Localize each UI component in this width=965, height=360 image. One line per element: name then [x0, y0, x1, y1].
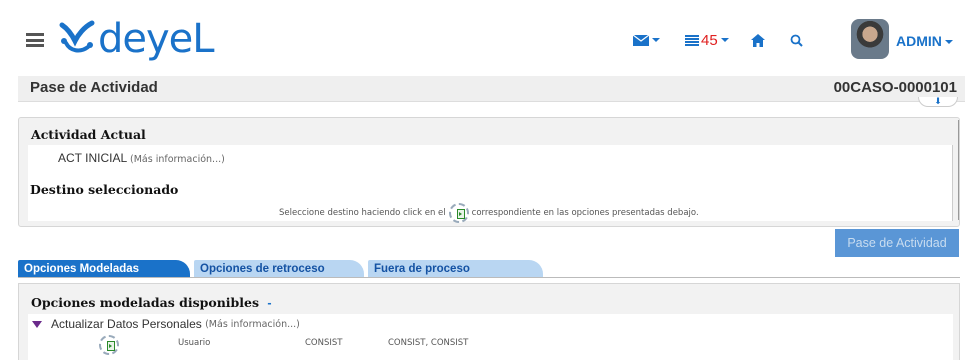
- chevron-down-icon: [652, 38, 660, 42]
- tasks-menu[interactable]: 45: [685, 24, 729, 56]
- more-info-link[interactable]: (Más información...): [130, 154, 225, 165]
- hamburger-icon[interactable]: [26, 33, 44, 47]
- opciones-list: Actualizar Datos Personales (Más informa…: [28, 314, 953, 360]
- current-activity: ACT INICIAL (Más información...): [58, 151, 225, 165]
- top-navbar: deyeL 45 ADMIN: [0, 0, 965, 76]
- collapse-toggle[interactable]: ⬇: [918, 97, 958, 107]
- logo-text: deyeL: [98, 16, 215, 62]
- home-icon: [751, 33, 765, 47]
- destination-hint: Seleccione destino haciendo click en el …: [279, 203, 699, 223]
- search-button[interactable]: [790, 24, 803, 56]
- tab-divider: [18, 277, 960, 278]
- chevron-down-icon: [720, 38, 729, 42]
- actividad-actual-heading: Actividad Actual: [31, 127, 146, 142]
- hint-text-before: Seleccione destino haciendo click en el: [279, 208, 446, 218]
- search-icon: [790, 34, 803, 47]
- option-group: CONSIST: [305, 338, 343, 348]
- actividad-content: ACT INICIAL (Más información...) Destino…: [28, 145, 953, 223]
- tab-fuera-de-proceso[interactable]: Fuera de proceso: [368, 260, 543, 278]
- chevron-down-icon: ⬇: [934, 96, 942, 106]
- panel-scrollbar[interactable]: [958, 120, 959, 220]
- opciones-heading: Opciones modeladas disponibles -: [31, 295, 272, 310]
- page-title-bar: Pase de Actividad 00CASO-0000101: [18, 76, 965, 102]
- destino-heading: Destino seleccionado: [30, 182, 179, 197]
- chevron-down-icon: [944, 40, 953, 45]
- envelope-icon: [633, 34, 649, 46]
- task-count-badge: 45: [701, 31, 718, 49]
- current-activity-name: ACT INICIAL: [58, 151, 127, 165]
- arrow-down-icon: [32, 320, 42, 328]
- logo-mark-icon: [59, 20, 95, 53]
- option-users: CONSIST, CONSIST: [388, 338, 469, 348]
- option-role: Usuario: [178, 338, 211, 348]
- mail-menu[interactable]: [633, 24, 660, 56]
- options-tabs: Opciones Modeladas Opciones de retroceso…: [18, 260, 578, 278]
- more-info-link[interactable]: (Más información...): [205, 319, 300, 330]
- list-item[interactable]: Actualizar Datos Personales (Más informa…: [32, 317, 300, 331]
- page-title: Pase de Actividad: [30, 79, 158, 96]
- pase-de-actividad-button[interactable]: Pase de Actividad: [835, 229, 959, 257]
- deyel-logo[interactable]: deyeL: [58, 14, 215, 64]
- hint-text-after: correspondiente en las opciones presenta…: [471, 208, 699, 218]
- avatar[interactable]: [851, 19, 889, 59]
- opciones-heading-text: Opciones modeladas disponibles: [31, 295, 260, 310]
- user-name: ADMIN: [896, 33, 942, 49]
- opciones-panel: Opciones modeladas disponibles - Actuali…: [18, 283, 960, 360]
- user-menu[interactable]: ADMIN: [896, 33, 953, 49]
- collapse-toggle-button[interactable]: -: [267, 296, 271, 310]
- case-id: 00CASO-0000101: [833, 79, 957, 96]
- select-destination-icon[interactable]: [99, 335, 119, 355]
- actividad-panel: Actividad Actual ACT INICIAL (Más inform…: [18, 117, 960, 227]
- tab-opciones-modeladas[interactable]: Opciones Modeladas: [18, 260, 190, 278]
- select-destination-icon: [448, 203, 469, 223]
- option-name: Actualizar Datos Personales: [51, 317, 202, 331]
- task-list-icon: [685, 34, 699, 46]
- home-button[interactable]: [751, 24, 765, 56]
- tab-opciones-retroceso[interactable]: Opciones de retroceso: [194, 260, 364, 278]
